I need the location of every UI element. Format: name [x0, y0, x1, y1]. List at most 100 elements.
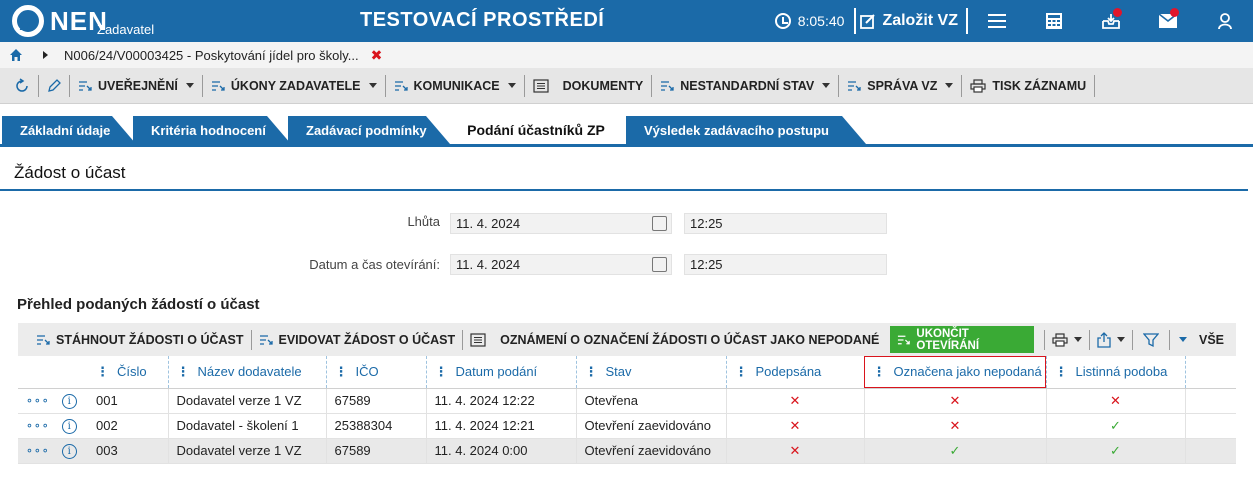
tab-submissions[interactable]: Podání účastníků ZP — [450, 116, 622, 144]
actions-menu[interactable]: ÚKONY ZADAVATELE — [203, 74, 386, 97]
chevron-down-icon — [822, 83, 831, 88]
row-actions: ∘∘∘ i — [18, 413, 88, 439]
nonstandard-state-menu[interactable]: NESTANDARDNÍ STAV — [652, 74, 840, 97]
column-header-ico[interactable]: ⋮ IČO — [326, 356, 427, 389]
notice-button[interactable]: OZNÁMENÍ O OZNAČENÍ ŽÁDOSTI O ÚČAST JAKO… — [463, 330, 886, 350]
printer-icon — [1052, 332, 1068, 347]
cell-paper: ✓ — [1046, 413, 1186, 439]
cell-signed: ✕ — [726, 413, 865, 439]
communication-menu[interactable]: KOMUNIKACE — [386, 74, 525, 97]
close-icon[interactable]: ✖ — [371, 47, 383, 64]
management-menu[interactable]: SPRÁVA VZ — [839, 74, 963, 97]
download-label: STÁHNOUT ŽÁDOSTI O ÚČAST — [56, 332, 244, 347]
print-label: TISK ZÁZNAMU — [992, 78, 1087, 93]
publish-menu[interactable]: UVEŘEJNĚNÍ — [70, 74, 203, 97]
tab-basic-info[interactable]: Základní údaje — [2, 116, 136, 144]
print-menu[interactable] — [1043, 329, 1090, 350]
documents-button[interactable]: DOKUMENTY — [525, 74, 653, 97]
deadline-time-field[interactable]: 12:25 — [684, 213, 887, 234]
column-menu-icon[interactable]: ⋮ — [177, 364, 190, 380]
column-menu-icon[interactable]: ⋮ — [96, 364, 109, 380]
list-arrow-icon — [898, 335, 911, 344]
user-button[interactable] — [1196, 0, 1253, 42]
info-icon[interactable]: i — [61, 394, 77, 409]
chevron-down-icon — [1178, 337, 1187, 342]
more-icon[interactable]: ∘∘∘ — [26, 445, 50, 457]
register-button[interactable]: EVIDOVAT ŽÁDOST O ÚČAST — [252, 329, 464, 350]
create-vz-button[interactable]: Založit VZ — [856, 12, 966, 30]
opening-date-field[interactable]: 11. 4. 2024 — [450, 254, 672, 275]
table-row[interactable]: ∘∘∘ i 001 Dodavatel verze 1 VZ 67589 11. … — [18, 388, 1236, 414]
refresh-button[interactable] — [0, 74, 39, 97]
column-header-unsubmitted[interactable]: ⋮ Označena jako nepodaná — [864, 356, 1047, 389]
column-header-status[interactable]: ⋮ Stav — [576, 356, 727, 389]
logo-subtitle: Zadavatel — [97, 22, 155, 37]
breadcrumb-current[interactable]: N006/24/V00003425 - Poskytování jídel pr… — [64, 48, 359, 63]
column-menu-icon[interactable]: ⋮ — [335, 364, 348, 380]
finish-opening-button[interactable]: UKONČIT OTEVÍRÁNÍ — [890, 326, 1034, 353]
list-arrow-icon — [848, 80, 861, 91]
tab-conditions[interactable]: Zadávací podmínky — [288, 116, 450, 144]
register-label: EVIDOVAT ŽÁDOST O ÚČAST — [278, 332, 456, 347]
nen-logo[interactable]: NEN — [12, 4, 108, 38]
messages-button[interactable] — [1139, 0, 1196, 42]
more-icon[interactable]: ∘∘∘ — [26, 395, 50, 407]
opening-date-value: 11. 4. 2024 — [456, 257, 521, 272]
tab-label: Výsledek zadávacího postupu — [644, 122, 829, 138]
column-menu-icon[interactable]: ⋮ — [873, 364, 886, 380]
inbox-button[interactable] — [1082, 0, 1139, 42]
session-timer: 8:05:40 — [774, 13, 844, 29]
list-arrow-icon — [259, 334, 273, 345]
edit-button[interactable] — [39, 74, 70, 97]
print-record-button[interactable]: TISK ZÁZNAMU — [962, 74, 1096, 97]
table-row[interactable]: ∘∘∘ i 002 Dodavatel - školení 1 25388304 … — [18, 413, 1236, 439]
row-actions-header — [18, 356, 88, 389]
row-actions: ∘∘∘ i — [18, 388, 88, 414]
printer-icon — [970, 78, 986, 93]
column-header-paper[interactable]: ⋮ Listinná podoba — [1046, 356, 1186, 389]
calendar-icon[interactable] — [652, 216, 667, 231]
column-header-supplier[interactable]: ⋮ Název dodavatele — [168, 356, 327, 389]
cell-status: Otevření zaevidováno — [576, 413, 727, 439]
opening-time-field[interactable]: 12:25 — [684, 254, 887, 275]
filter-button[interactable] — [1133, 329, 1170, 350]
logo-mark-icon — [12, 5, 44, 37]
document-list-icon — [470, 332, 486, 347]
communication-label: KOMUNIKACE — [413, 78, 500, 93]
home-icon[interactable] — [9, 48, 23, 62]
cell-number: 003 — [88, 438, 169, 464]
deadline-date-field[interactable]: 11. 4. 2024 — [450, 213, 672, 234]
column-label: Datum podání — [455, 363, 538, 379]
list-arrow-icon — [661, 80, 674, 91]
column-header-signed[interactable]: ⋮ Podepsána — [726, 356, 865, 389]
opening-label: Datum a čas otevírání: — [309, 257, 440, 272]
column-header-date[interactable]: ⋮ Datum podání — [426, 356, 577, 389]
tab-result[interactable]: Výsledek zadávacího postupu — [626, 116, 866, 144]
management-label: SPRÁVA VZ — [867, 78, 938, 93]
table-row[interactable]: ∘∘∘ i 003 Dodavatel verze 1 VZ 67589 11. … — [18, 438, 1236, 464]
tab-label: Základní údaje — [20, 122, 111, 138]
main-toolbar: UVEŘEJNĚNÍ ÚKONY ZADAVATELE KOMUNIKACE D… — [0, 68, 1253, 104]
calendar-icon[interactable] — [652, 257, 667, 272]
tab-label: Zadávací podmínky — [306, 122, 427, 138]
overview-title: Přehled podaných žádostí o účast — [17, 296, 260, 313]
menu-button[interactable] — [968, 0, 1025, 42]
column-menu-icon[interactable]: ⋮ — [1055, 364, 1068, 380]
chevron-down-icon — [368, 83, 377, 88]
download-button[interactable]: STÁHNOUT ŽÁDOSTI O ÚČAST — [18, 329, 252, 350]
more-icon[interactable]: ∘∘∘ — [26, 420, 50, 432]
environment-title: TESTOVACÍ PROSTŘEDÍ — [360, 9, 605, 31]
view-all-dropdown[interactable]: VŠE — [1170, 330, 1236, 350]
column-header-number[interactable]: ⋮ Číslo — [88, 356, 169, 389]
info-icon[interactable]: i — [61, 444, 77, 459]
calculator-button[interactable] — [1025, 0, 1082, 42]
info-icon[interactable]: i — [61, 419, 77, 434]
column-menu-icon[interactable]: ⋮ — [435, 364, 448, 380]
refresh-icon — [16, 77, 28, 92]
export-menu[interactable] — [1090, 329, 1133, 350]
notification-dot — [1113, 8, 1122, 17]
tab-criteria[interactable]: Kritéria hodnocení — [133, 116, 291, 144]
column-menu-icon[interactable]: ⋮ — [735, 364, 748, 380]
column-menu-icon[interactable]: ⋮ — [585, 364, 598, 380]
header-actions: 8:05:40 Založit VZ — [774, 0, 1253, 42]
